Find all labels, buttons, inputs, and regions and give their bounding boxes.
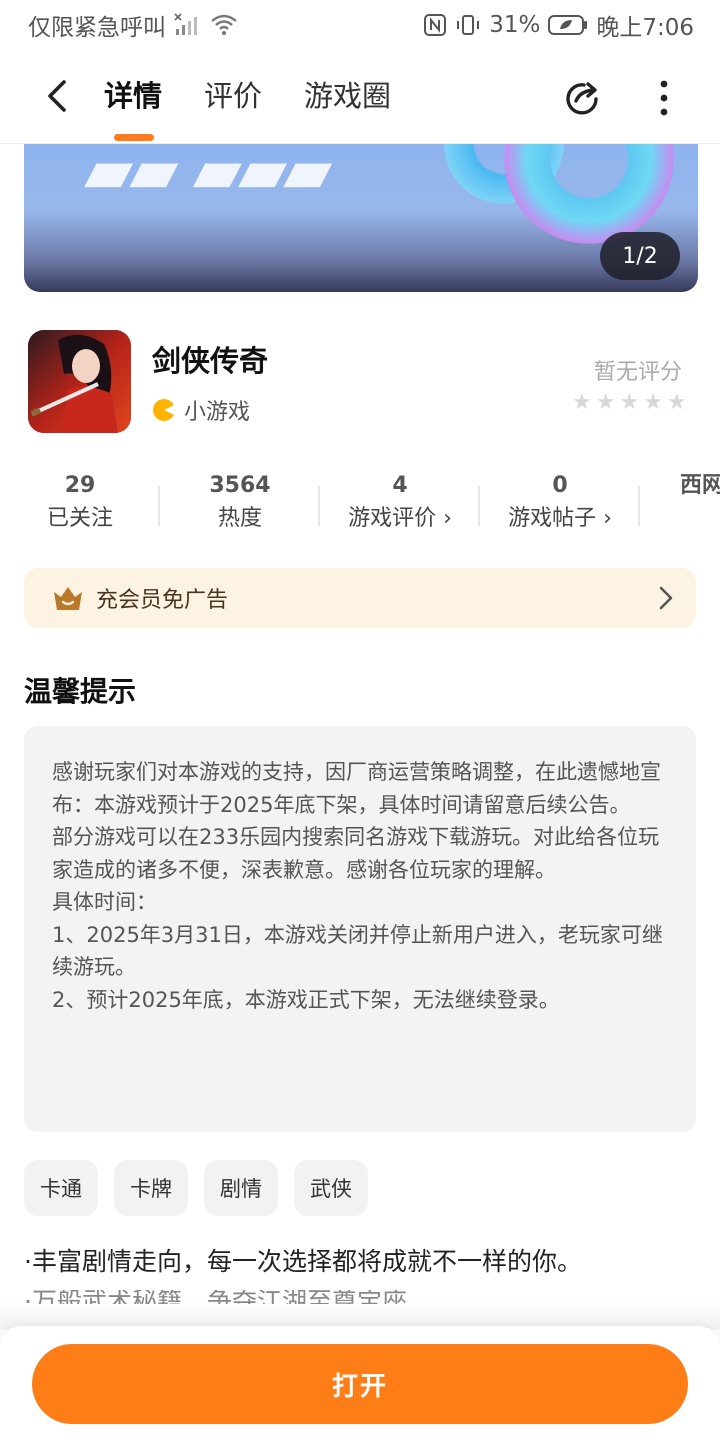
- tip-paragraph: 1、2025年3月31日，本游戏关闭并停止新用户进入，老玩家可继续游玩。: [52, 922, 663, 980]
- game-description: ·丰富剧情走向，每一次选择都将成就不一样的你。: [24, 1247, 582, 1276]
- crown-icon: [54, 587, 82, 610]
- tip-paragraph: 感谢玩家们对本游戏的支持，因厂商运营策略调整，在此遗憾地宣布：本游戏预计于202…: [52, 760, 661, 817]
- tip-box: 感谢玩家们对本游戏的支持，因厂商运营策略调整，在此遗憾地宣布：本游戏预计于202…: [24, 726, 696, 1132]
- stat-followers[interactable]: 29 已关注: [0, 470, 160, 536]
- more-options-icon[interactable]: [652, 78, 676, 118]
- tip-paragraph: 2、预计2025年底，本游戏正式下架，无法继续登录。: [52, 987, 560, 1012]
- promo-banner[interactable]: ▰▰ ▰▰▰ 1/2: [24, 144, 698, 292]
- tab-details[interactable]: 详情: [104, 76, 162, 141]
- tip-heading: 温馨提示: [24, 675, 137, 708]
- open-button[interactable]: 打开: [32, 1344, 688, 1424]
- game-title: 剑侠传奇: [152, 344, 269, 378]
- clock: 晚上7:06: [596, 15, 694, 41]
- stat-label: 游戏帖子 ›: [508, 506, 612, 531]
- stat-value: 4: [392, 473, 408, 498]
- mini-game-icon: [153, 399, 176, 421]
- vibrate-icon: [457, 15, 480, 35]
- stats-row: 29 已关注 3564 热度 4 游戏评价 › 0 游戏帖子 › 西网: [0, 470, 720, 542]
- member-no-ads-banner[interactable]: 充会员免广告: [24, 568, 696, 628]
- banner-decoration: [504, 144, 674, 244]
- star-icon: ★: [595, 390, 616, 415]
- star-icon: ★: [619, 390, 640, 415]
- stat-value: 0: [552, 473, 568, 498]
- rating-stars: ★ ★ ★ ★ ★: [572, 390, 687, 415]
- nfc-icon: [424, 14, 447, 36]
- tab-bar: 详情 评价 游戏圈: [104, 76, 391, 141]
- stat-popularity[interactable]: 3564 热度: [160, 470, 320, 536]
- star-icon: ★: [643, 390, 663, 415]
- banner-artwork: ▰▰ ▰▰▰: [84, 144, 332, 208]
- banner-pager: 1/2: [600, 232, 680, 280]
- top-nav: 详情 评价 游戏圈: [0, 50, 720, 144]
- status-bar: 仅限紧急呼叫 31% 晚上7:06: [0, 0, 720, 50]
- tab-game-circle[interactable]: 游戏圈: [304, 76, 391, 116]
- share-icon[interactable]: [562, 77, 604, 119]
- tag-chip[interactable]: 卡牌: [114, 1160, 188, 1216]
- game-info: 剑侠传奇 小游戏 暂无评分 ★ ★ ★ ★ ★: [28, 330, 698, 434]
- tip-paragraph: 具体时间：: [52, 890, 157, 914]
- category-label: 小游戏: [184, 400, 251, 425]
- battery-icon: [548, 15, 588, 35]
- stat-posts[interactable]: 0 游戏帖子 ›: [480, 470, 640, 536]
- tip-paragraph: 部分游戏可以在233乐园内搜索同名游戏下载游玩。对此给各位玩家造成的诸多不便，深…: [52, 825, 660, 882]
- stat-label: 已关注: [46, 506, 113, 531]
- wifi-icon: [211, 14, 237, 35]
- no-signal-icon: [174, 13, 197, 35]
- game-category: 小游戏: [152, 394, 250, 426]
- bottom-action-bar: 打开: [0, 1326, 720, 1440]
- stat-value: 29: [64, 473, 96, 498]
- member-banner-label: 充会员免广告: [96, 588, 229, 613]
- stat-label: 热度: [217, 506, 262, 531]
- battery-percent: 31%: [489, 12, 541, 38]
- tab-reviews[interactable]: 评价: [204, 76, 262, 116]
- tag-chip[interactable]: 剧情: [204, 1160, 278, 1216]
- star-icon: ★: [666, 390, 687, 415]
- tag-chip[interactable]: 卡通: [24, 1160, 98, 1216]
- stat-extra[interactable]: 西网: [640, 470, 720, 502]
- stat-value: 西网: [680, 473, 720, 498]
- carrier-text: 仅限紧急呼叫: [28, 15, 166, 41]
- game-icon[interactable]: [28, 330, 131, 433]
- stat-reviews[interactable]: 4 游戏评价 ›: [320, 470, 480, 536]
- chevron-right-icon: [659, 586, 673, 610]
- back-arrow-icon[interactable]: [40, 78, 76, 114]
- tag-chip[interactable]: 武侠: [294, 1160, 368, 1216]
- stat-label: 游戏评价 ›: [348, 506, 452, 531]
- stat-value: 3564: [209, 473, 271, 498]
- star-icon: ★: [572, 390, 592, 415]
- rating-text: 暂无评分: [593, 360, 682, 385]
- tag-list: 卡通 卡牌 剧情 武侠: [24, 1160, 368, 1216]
